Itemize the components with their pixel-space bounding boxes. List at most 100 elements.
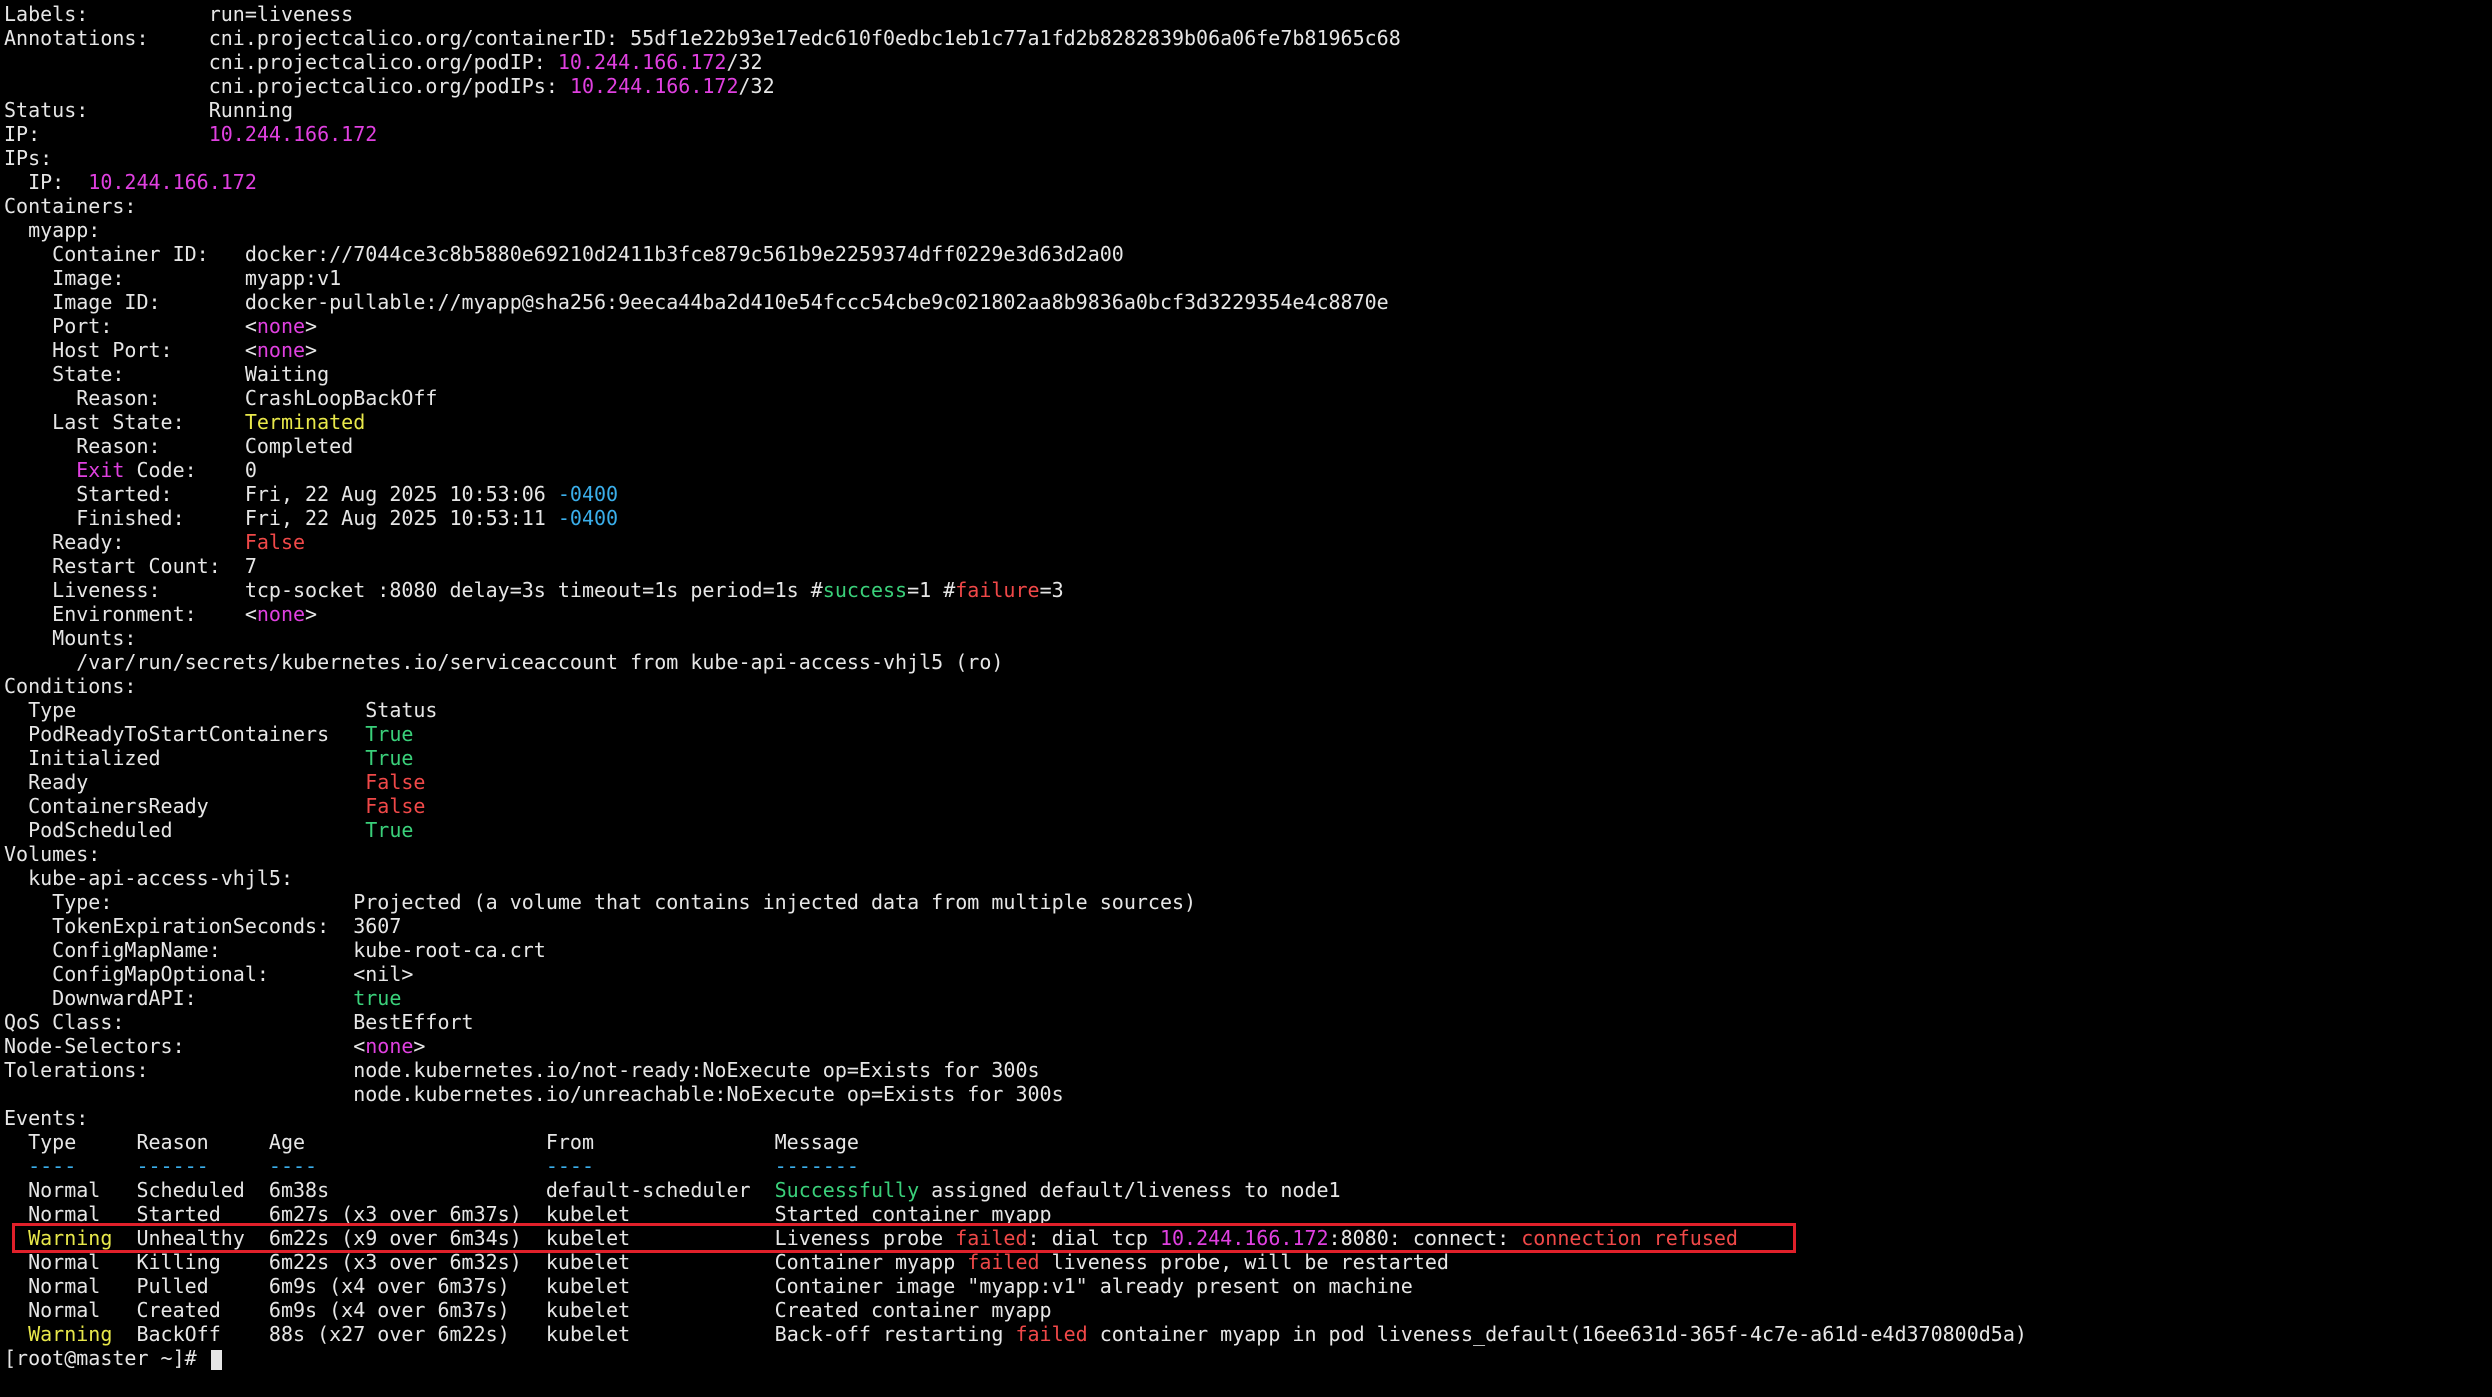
terminal-text: Normal Scheduled 6m38s default-scheduler xyxy=(4,1178,775,1202)
terminal-text: Annotations: cni.projectcalico.org/conta… xyxy=(4,26,1401,50)
terminal-text: 10.244.166.172 xyxy=(1159,1226,1329,1250)
terminal-text: Initialized xyxy=(4,746,366,770)
terminal-line: myapp: xyxy=(4,218,2492,242)
terminal-window[interactable]: Labels: run=liveness Annotations: cni.pro… xyxy=(0,0,2492,1397)
terminal-text: Code: 0 xyxy=(124,458,257,482)
terminal-text: ConfigMapName: kube-root-ca.crt xyxy=(4,938,546,962)
terminal-text: failed xyxy=(1015,1322,1088,1346)
terminal-line: Reason: CrashLoopBackOff xyxy=(4,386,2492,410)
terminal-text: container myapp in pod liveness_default(… xyxy=(1087,1322,2027,1346)
terminal-line: Image ID: docker-pullable://myapp@sha256… xyxy=(4,290,2492,314)
terminal-text: Ready: xyxy=(4,530,245,554)
terminal-line: Initialized True xyxy=(4,746,2492,770)
terminal-text: Warning xyxy=(28,1322,113,1346)
terminal-line: State: Waiting xyxy=(4,362,2492,386)
terminal-text: False xyxy=(365,794,426,818)
terminal-line: cni.projectcalico.org/podIPs: 10.244.166… xyxy=(4,74,2492,98)
terminal-text: Normal Pulled 6m9s (x4 over 6m37s) kubel… xyxy=(4,1274,1413,1298)
terminal-text: cni.projectcalico.org/podIP: xyxy=(4,50,558,74)
terminal-line: Normal Created 6m9s (x4 over 6m37s) kube… xyxy=(4,1298,2492,1322)
terminal-text: kube-api-access-vhjl5: xyxy=(4,866,293,890)
terminal-text: none xyxy=(256,314,306,338)
terminal-text: > xyxy=(413,1034,426,1058)
terminal-text: IP: xyxy=(4,170,89,194)
terminal-text: ConfigMapOptional: <nil> xyxy=(4,962,414,986)
terminal-line: Normal Killing 6m22s (x3 over 6m32s) kub… xyxy=(4,1250,2492,1274)
terminal-line: Mounts: xyxy=(4,626,2492,650)
terminal-line: Containers: xyxy=(4,194,2492,218)
terminal-text: > xyxy=(305,602,318,626)
terminal-text: success xyxy=(822,578,908,602)
terminal-text: Normal Started 6m27s (x3 over 6m37s) kub… xyxy=(4,1202,1052,1226)
terminal-text: none xyxy=(256,338,306,362)
terminal-text: ---- ------ ---- ---- ------- xyxy=(4,1154,859,1178)
terminal-text: DownwardAPI: xyxy=(4,986,354,1010)
terminal-text: [root@master ~]# xyxy=(4,1346,209,1370)
terminal-line: Container ID: docker://7044ce3c8b5880e69… xyxy=(4,242,2492,266)
terminal-line: IPs: xyxy=(4,146,2492,170)
terminal-text: true xyxy=(353,986,402,1010)
terminal-text: liveness probe, will be restarted xyxy=(1039,1250,1449,1274)
terminal-text: myapp: xyxy=(4,218,101,242)
terminal-text: Type Reason Age From Message xyxy=(4,1130,859,1154)
terminal-line: PodReadyToStartContainers True xyxy=(4,722,2492,746)
terminal-line: IP: 10.244.166.172 xyxy=(4,170,2492,194)
terminal-text: :8080: connect: xyxy=(1328,1226,1522,1250)
terminal-line: Last State: Terminated xyxy=(4,410,2492,434)
terminal-text: 10.244.166.172 xyxy=(569,74,739,98)
terminal-text: Image ID: docker-pullable://myapp@sha256… xyxy=(4,290,1389,314)
terminal-text: failed xyxy=(955,1226,1028,1250)
terminal-text: Ready xyxy=(4,770,366,794)
terminal-line: Normal Scheduled 6m38s default-scheduler… xyxy=(4,1178,2492,1202)
terminal-text: Reason: CrashLoopBackOff xyxy=(4,386,438,410)
terminal-text: Node-Selectors: xyxy=(4,1034,354,1058)
terminal-text: /var/run/secrets/kubernetes.io/serviceac… xyxy=(4,650,1004,674)
terminal-line: Started: Fri, 22 Aug 2025 10:53:06 -0400 xyxy=(4,482,2492,506)
terminal-line: Status: Running xyxy=(4,98,2492,122)
terminal-text: Host Port: xyxy=(4,338,245,362)
terminal-text: Type Status xyxy=(4,698,438,722)
terminal-line: Volumes: xyxy=(4,842,2492,866)
terminal-line: ConfigMapOptional: <nil> xyxy=(4,962,2492,986)
terminal-text: =3 xyxy=(1039,578,1064,602)
terminal-text: > xyxy=(305,314,318,338)
terminal-text: -0400 xyxy=(557,482,619,506)
terminal-text: Unhealthy 6m22s (x9 over 6m34s) kubelet … xyxy=(112,1226,956,1250)
terminal-line: Normal Pulled 6m9s (x4 over 6m37s) kubel… xyxy=(4,1274,2492,1298)
terminal-text: assigned default/liveness to node1 xyxy=(919,1178,1341,1202)
terminal-line: Type: Projected (a volume that contains … xyxy=(4,890,2492,914)
terminal-line: Events: xyxy=(4,1106,2492,1130)
terminal-text: Volumes: xyxy=(4,842,101,866)
terminal-line: ContainersReady False xyxy=(4,794,2492,818)
terminal-text: Exit xyxy=(76,458,125,482)
terminal-text: failed xyxy=(967,1250,1040,1274)
terminal-line: Ready: False xyxy=(4,530,2492,554)
terminal-text: True xyxy=(365,818,414,842)
terminal-text: Liveness: tcp-socket :8080 delay=3s time… xyxy=(4,578,823,602)
terminal-line: ConfigMapName: kube-root-ca.crt xyxy=(4,938,2492,962)
terminal-line: DownwardAPI: true xyxy=(4,986,2492,1010)
terminal-line: Image: myapp:v1 xyxy=(4,266,2492,290)
terminal-text: < xyxy=(244,602,257,626)
terminal-text: /32 xyxy=(738,74,775,98)
text-cursor[interactable] xyxy=(210,1349,222,1370)
shell-prompt-line: [root@master ~]# xyxy=(4,1346,2492,1370)
terminal-text: =1 # xyxy=(907,578,956,602)
terminal-line: Labels: run=liveness xyxy=(4,2,2492,26)
terminal-text: > xyxy=(305,338,318,362)
terminal-text: connection refused xyxy=(1521,1226,1738,1250)
terminal-text: Started: Fri, 22 Aug 2025 10:53:06 xyxy=(4,482,558,506)
terminal-text: -0400 xyxy=(557,506,619,530)
terminal-text: < xyxy=(353,1034,366,1058)
terminal-text: none xyxy=(365,1034,414,1058)
terminal-line: Ready False xyxy=(4,770,2492,794)
terminal-line: Port: <none> xyxy=(4,314,2492,338)
terminal-text: Warning xyxy=(28,1226,113,1250)
terminal-line: Annotations: cni.projectcalico.org/conta… xyxy=(4,26,2492,50)
terminal-text: < xyxy=(244,338,257,362)
terminal-text: True xyxy=(365,722,414,746)
terminal-text: False xyxy=(365,770,426,794)
terminal-text: Type: Projected (a volume that contains … xyxy=(4,890,1197,914)
